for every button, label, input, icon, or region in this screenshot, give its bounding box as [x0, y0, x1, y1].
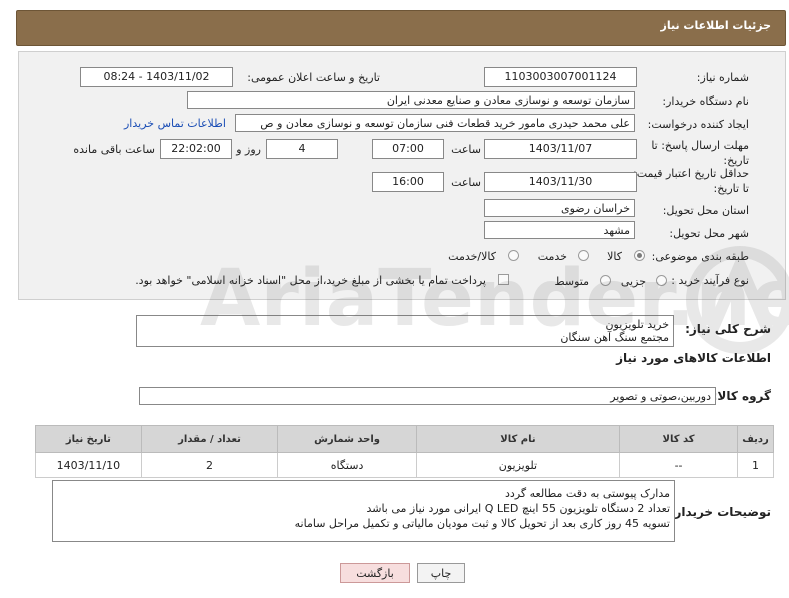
category-service-label: خدمت: [537, 250, 567, 263]
col-header-date: تاریخ نیاز: [35, 425, 142, 453]
goods-table-wrap: ردیف کد کالا نام کالا واحد شمارش تعداد /…: [35, 425, 774, 478]
page-title: جزئیات اطلاعات نیاز: [660, 19, 772, 32]
days-label: روز و: [236, 143, 261, 156]
announce-datetime-label: تاریخ و ساعت اعلان عمومی:: [247, 71, 380, 84]
table-row[interactable]: 1 -- تلویزیون دستگاه 2 1403/11/10: [35, 452, 774, 478]
purchase-type-label: نوع فرآیند خرید :: [671, 274, 749, 287]
purchase-medium-label: متوسط: [554, 275, 589, 288]
description-label: شرح کلی نیاز:: [685, 322, 771, 336]
delivery-province-field[interactable]: خراسان رضوی: [484, 199, 635, 217]
goods-group-field[interactable]: دوربین،صوتی و تصویر: [139, 387, 716, 405]
description-line-2: مجتمع سنگ آهن سنگان: [560, 331, 669, 344]
buyer-notes-line-3: تسویه 45 روز کاری بعد از تحویل کالا و ثب…: [294, 517, 670, 530]
goods-table: ردیف کد کالا نام کالا واحد شمارش تعداد /…: [35, 425, 774, 478]
col-header-unit: واحد شمارش: [277, 425, 417, 453]
delivery-province-label: استان محل تحویل:: [662, 204, 749, 217]
price-validity-label: حداقل تاریخ اعتبار قیمت: تا تاریخ:: [633, 167, 749, 195]
remaining-time-field[interactable]: 22:02:00: [160, 139, 232, 159]
reply-time-label: ساعت: [451, 143, 481, 156]
cell-quantity: 2: [140, 452, 279, 478]
description-line-1: خرید تلویزیون: [605, 318, 669, 331]
need-number-label: شماره نیاز:: [696, 71, 749, 84]
reply-deadline-date[interactable]: 1403/11/07: [484, 139, 637, 159]
delivery-city-label: شهر محل تحویل:: [669, 227, 749, 240]
category-goods-label: کالا: [607, 250, 622, 263]
cell-item-code: --: [619, 452, 739, 478]
purchase-minor-label: جزیی: [620, 275, 646, 288]
need-number-field[interactable]: 1103003007001124: [484, 67, 637, 87]
category-label: طبقه بندی موضوعی:: [651, 250, 749, 263]
col-header-code: کد کالا: [619, 425, 739, 453]
col-header-row: ردیف: [737, 425, 774, 453]
goods-group-label: گروه کالا:: [712, 389, 771, 403]
treasury-payment-checkbox[interactable]: [498, 274, 509, 285]
cell-item-name: تلویزیون: [415, 452, 621, 478]
price-validity-time[interactable]: 16:00: [372, 172, 444, 192]
reply-deadline-time[interactable]: 07:00: [372, 139, 444, 159]
buyer-notes-textarea[interactable]: مدارک پیوستی به دقت مطالعه گردد تعداد 2 …: [52, 480, 675, 542]
purchase-medium-radio[interactable]: [600, 275, 611, 286]
requester-label: ایجاد کننده درخواست:: [647, 118, 749, 131]
category-goods-service-radio[interactable]: [508, 250, 519, 261]
buyer-org-label: نام دستگاه خریدار:: [662, 95, 749, 108]
category-service-radio[interactable]: [578, 250, 589, 261]
remaining-time-label: ساعت باقی مانده: [73, 143, 155, 156]
back-button[interactable]: بازگشت: [340, 563, 410, 583]
buyer-org-field[interactable]: سازمان توسعه و نوسازی معادن و صنایع معدن…: [187, 91, 635, 109]
goods-table-header: ردیف کد کالا نام کالا واحد شمارش تعداد /…: [35, 425, 774, 453]
category-goods-service-label: کالا/خدمت: [448, 250, 496, 263]
cell-unit: دستگاه: [277, 452, 417, 478]
print-button[interactable]: چاپ: [417, 563, 465, 583]
col-header-qty: تعداد / مقدار: [140, 425, 279, 453]
reply-deadline-label: مهلت ارسال پاسخ: تا تاریخ:: [651, 139, 749, 167]
buyer-notes-line-1: مدارک پیوستی به دقت مطالعه گردد: [505, 487, 670, 500]
description-textarea[interactable]: خرید تلویزیون مجتمع سنگ آهن سنگان: [136, 315, 674, 347]
cell-row-number: 1: [737, 452, 774, 478]
treasury-payment-note: پرداخت تمام یا بخشی از مبلغ خرید،از محل …: [135, 274, 486, 287]
reply-days-field[interactable]: 4: [266, 139, 338, 159]
cell-need-date: 1403/11/10: [35, 452, 142, 478]
buyer-notes-line-2: تعداد 2 دستگاه تلویزیون 55 اینچ Q LED ای…: [366, 502, 670, 515]
price-validity-time-label: ساعت: [451, 176, 481, 189]
buyer-notes-label: توضیحات خریدار:: [669, 505, 771, 519]
delivery-city-field[interactable]: مشهد: [484, 221, 635, 239]
buyer-contact-link[interactable]: اطلاعات تماس خریدار: [124, 117, 226, 130]
price-validity-date[interactable]: 1403/11/30: [484, 172, 637, 192]
goods-section-title: اطلاعات کالاهای مورد نیاز: [616, 351, 771, 365]
col-header-name: نام کالا: [415, 425, 621, 453]
category-goods-radio[interactable]: [634, 250, 645, 261]
requester-field[interactable]: علی محمد حیدری مامور خرید قطعات فنی سازم…: [235, 114, 635, 132]
purchase-minor-radio[interactable]: [656, 275, 667, 286]
announce-datetime-field[interactable]: 1403/11/02 - 08:24: [80, 67, 233, 87]
